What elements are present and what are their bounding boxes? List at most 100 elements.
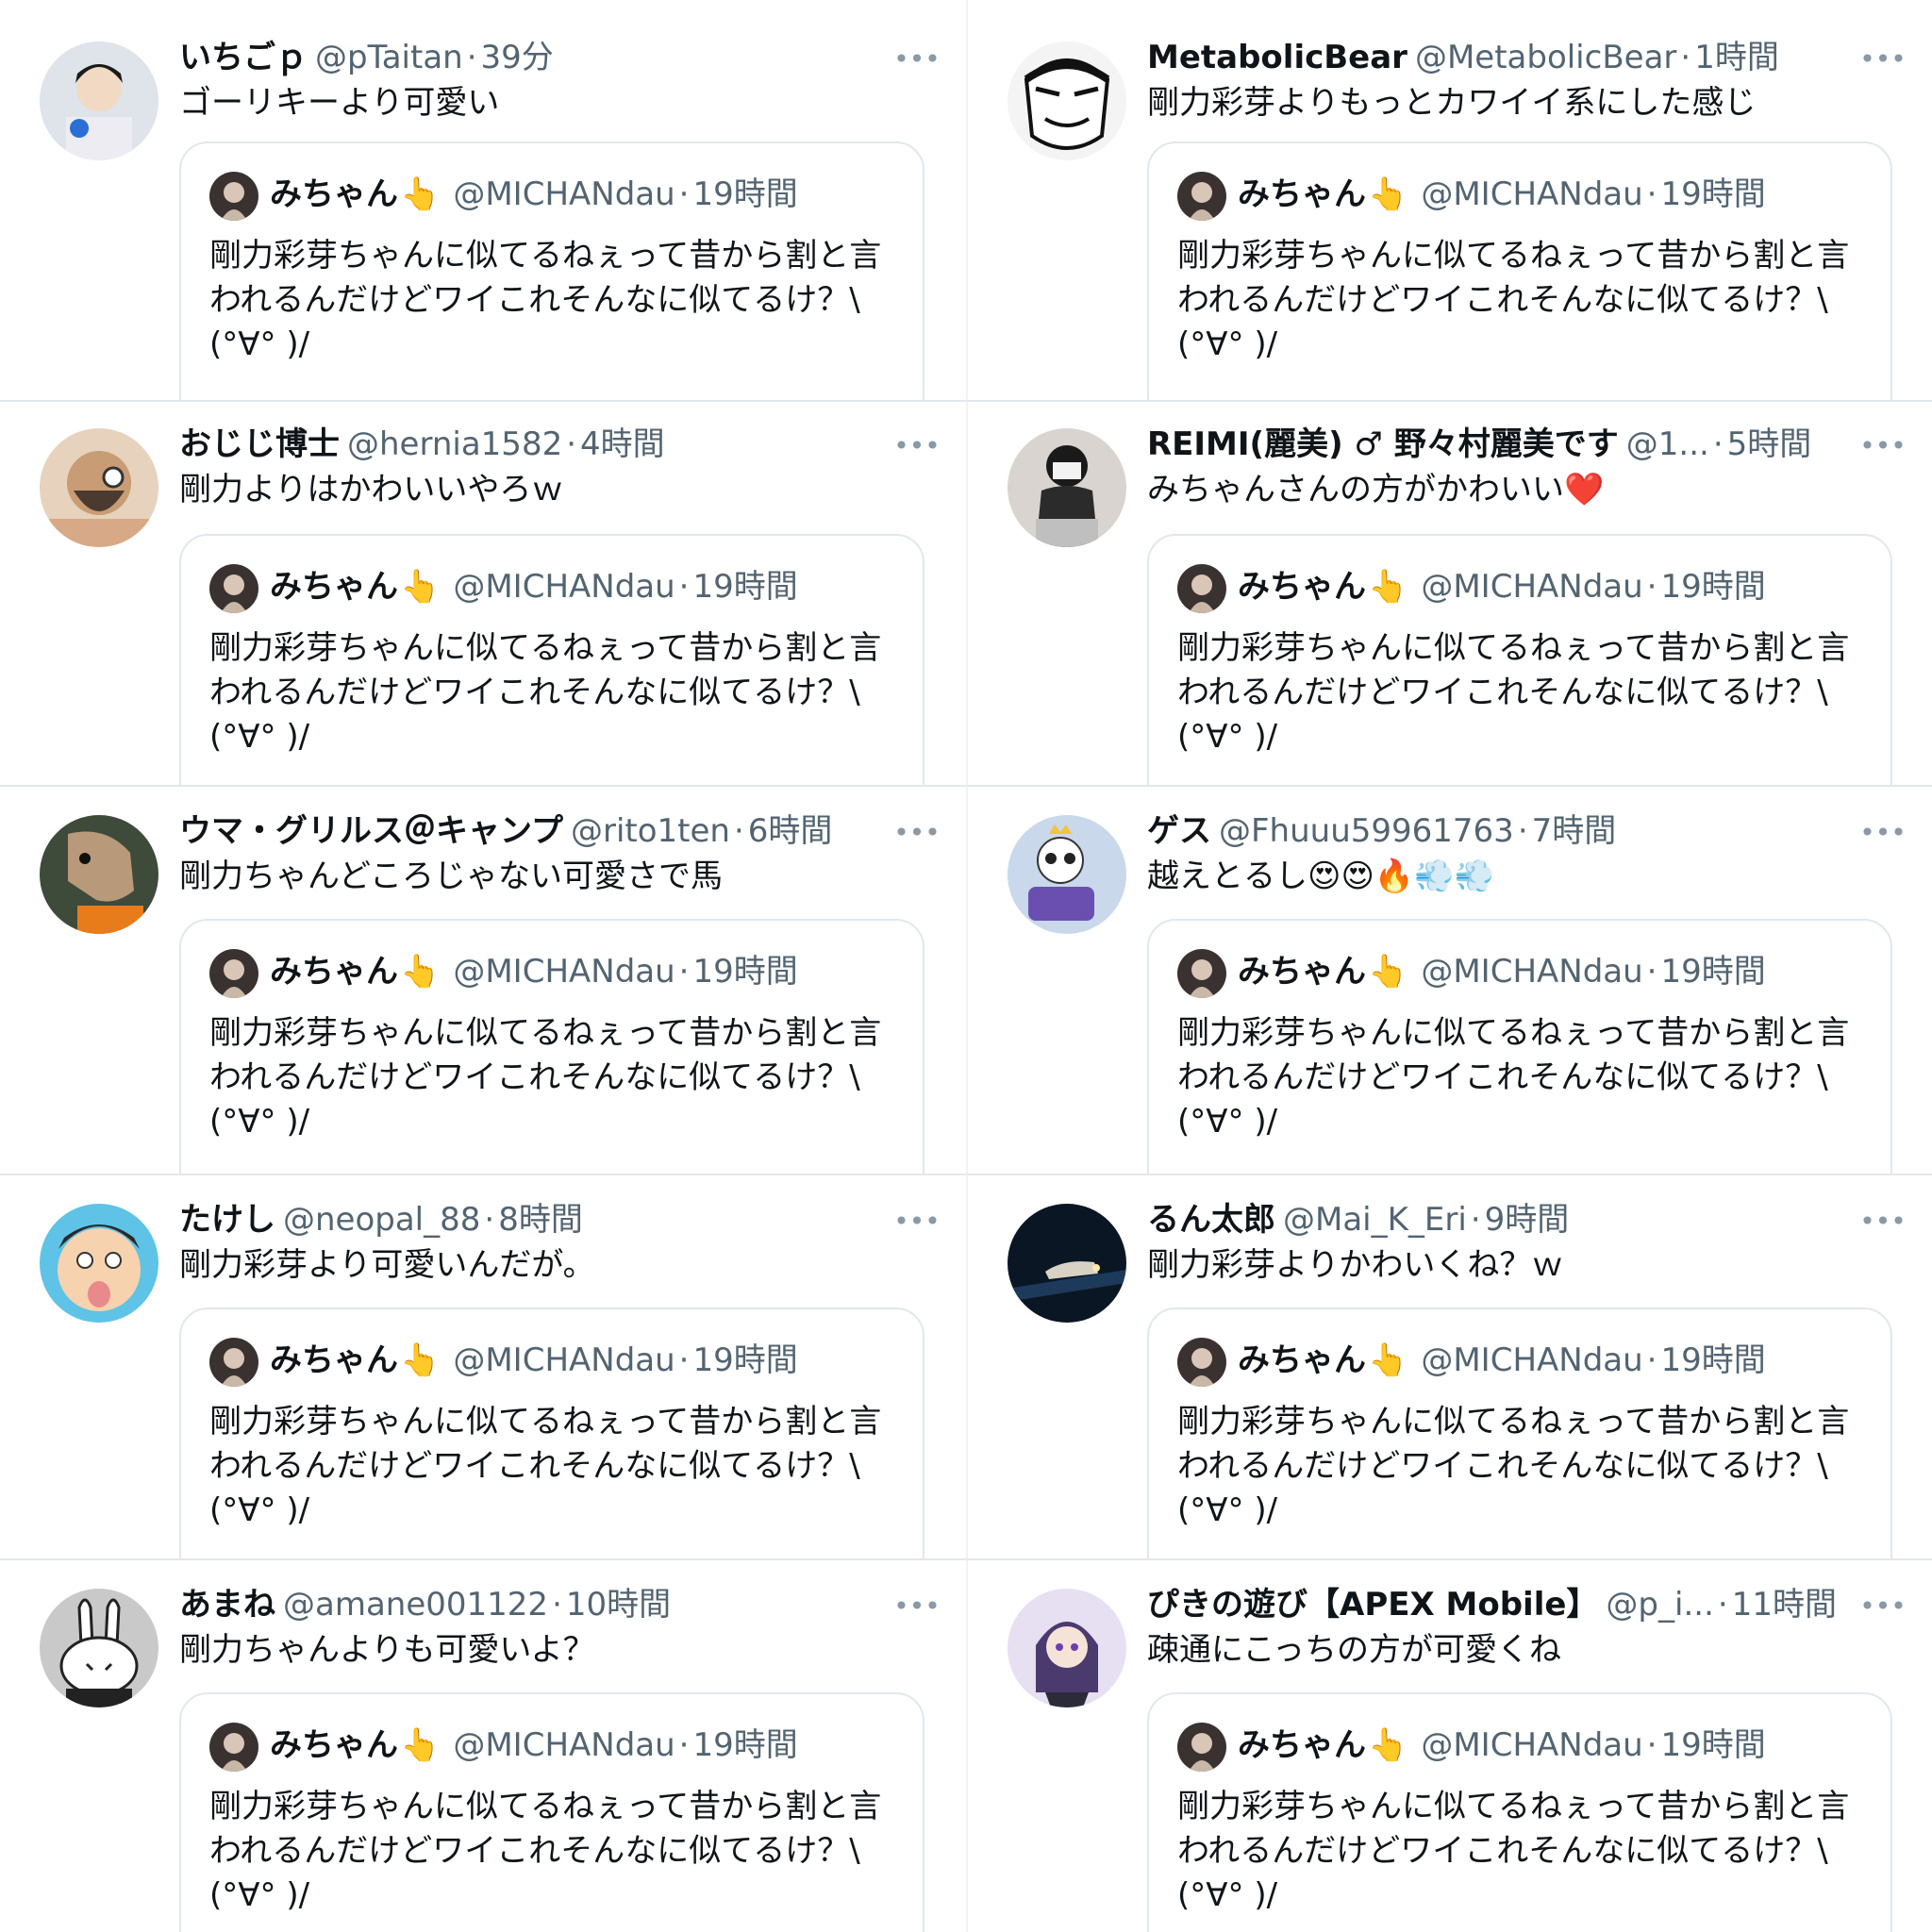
avatar[interactable] bbox=[1008, 428, 1126, 547]
separator-dot: · bbox=[1646, 1726, 1657, 1764]
tweet-card[interactable]: ウマ・グリルス＠キャンプ @rito1ten · 6時間 ••• 剛力ちゃんどころじゃ… bbox=[0, 785, 966, 1174]
quoted-avatar bbox=[209, 1723, 258, 1772]
user-handle[interactable]: @MetabolicBear bbox=[1415, 39, 1676, 76]
timestamp[interactable]: 39分 bbox=[481, 39, 554, 76]
timestamp[interactable]: 5時間 bbox=[1727, 425, 1812, 463]
user-handle[interactable]: @1... bbox=[1626, 425, 1709, 463]
tweet-text: 剛力ちゃんどころじゃない可愛さで馬 bbox=[179, 858, 723, 895]
pointing-up-icon: 👆 bbox=[400, 175, 441, 213]
avatar[interactable] bbox=[40, 428, 158, 547]
quoted-tweet[interactable]: みちゃん👆 @MICHANdau · 19時間 剛力彩芽ちゃんに似てるねぇって昔から割… bbox=[179, 142, 924, 400]
quoted-handle: @MICHANdau bbox=[453, 953, 675, 991]
more-options-icon[interactable]: ••• bbox=[1858, 819, 1907, 847]
display-name[interactable]: ぴきの遊び【APEX Mobile】 bbox=[1147, 1586, 1598, 1624]
quoted-header: みちゃん👆 @MICHANdau · 19時間 bbox=[270, 1719, 904, 1772]
more-options-icon[interactable]: ••• bbox=[892, 432, 941, 460]
display-name[interactable]: たけし bbox=[179, 1201, 275, 1239]
timestamp[interactable]: 11時間 bbox=[1732, 1586, 1837, 1624]
separator-dot: · bbox=[552, 1586, 562, 1624]
quoted-text: 剛力彩芽ちゃんに似てるねぇって昔から割と言 われるんだけどワイこれそんなに似てる… bbox=[1177, 1014, 1850, 1141]
user-handle[interactable]: @rito1ten bbox=[571, 812, 730, 850]
pointing-up-icon: 👆 bbox=[1368, 175, 1408, 213]
display-name[interactable]: ゲス bbox=[1147, 812, 1211, 850]
display-name[interactable]: ウマ・グリルス＠キャンプ bbox=[179, 812, 563, 850]
separator-dot: · bbox=[1646, 1341, 1657, 1379]
user-handle[interactable]: @neopal_88 bbox=[283, 1201, 480, 1239]
timestamp[interactable]: 9時間 bbox=[1485, 1201, 1570, 1239]
tweet-card[interactable]: るん太郎 @Mai_K_Eri · 9時間 ••• 剛力彩芽よりかわいくね？ｗ みちゃ… bbox=[966, 1174, 1932, 1558]
timestamp[interactable]: 1時間 bbox=[1694, 39, 1779, 76]
quoted-handle: @MICHANdau bbox=[1421, 568, 1643, 606]
quoted-tweet[interactable]: みちゃん👆 @MICHANdau · 19時間 剛力彩芽ちゃんに似てるねぇって昔から割… bbox=[179, 919, 924, 1174]
quoted-tweet[interactable]: みちゃん👆 @MICHANdau · 19時間 剛力彩芽ちゃんに似てるねぇって昔から割… bbox=[1147, 919, 1892, 1174]
avatar[interactable] bbox=[40, 815, 158, 934]
more-options-icon[interactable]: ••• bbox=[1858, 1208, 1907, 1236]
timestamp[interactable]: 6時間 bbox=[748, 812, 833, 850]
more-options-icon[interactable]: ••• bbox=[892, 1592, 941, 1621]
quoted-text: 剛力彩芽ちゃんに似てるねぇって昔から割と言 われるんだけどワイこれそんなに似てる… bbox=[209, 1014, 882, 1141]
tweet-card[interactable]: REIMI(麗美) ♂ 野々村麗美です @1... · 5時間 ••• みちゃんさんの… bbox=[966, 400, 1932, 785]
timestamp[interactable]: 4時間 bbox=[580, 425, 665, 463]
quoted-timestamp: 19時間 bbox=[692, 175, 798, 213]
tweet-header: あまね @amane001122 · 10時間 bbox=[179, 1581, 928, 1628]
more-options-icon[interactable]: ••• bbox=[892, 819, 941, 847]
quoted-avatar bbox=[209, 1338, 258, 1387]
quoted-tweet[interactable]: みちゃん👆 @MICHANdau · 19時間 剛力彩芽ちゃんに似てるねぇって昔から割… bbox=[1147, 142, 1892, 400]
display-name[interactable]: MetabolicBear bbox=[1147, 39, 1407, 76]
display-name[interactable]: おじじ博士 bbox=[179, 425, 340, 463]
more-options-icon[interactable]: ••• bbox=[892, 45, 941, 74]
quoted-avatar bbox=[209, 949, 258, 998]
display-name[interactable]: るん太郎 bbox=[1147, 1201, 1275, 1239]
more-options-icon[interactable]: ••• bbox=[892, 1208, 941, 1236]
quoted-tweet[interactable]: みちゃん👆 @MICHANdau · 19時間 剛力彩芽ちゃんに似てるねぇって昔から割… bbox=[1147, 1307, 1892, 1558]
quoted-tweet[interactable]: みちゃん👆 @MICHANdau · 19時間 剛力彩芽ちゃんに似てるねぇって昔から割… bbox=[179, 1307, 924, 1558]
tweet-text: 剛力よりはかわいいやろｗ bbox=[179, 471, 564, 508]
more-options-icon[interactable]: ••• bbox=[1858, 45, 1907, 74]
user-handle[interactable]: @amane001122 bbox=[283, 1586, 548, 1624]
tweet-card[interactable]: いちごｐ @pTaitan · 39分 ••• ゴーリキーより可愛い みちゃん👆 @MI… bbox=[0, 0, 966, 400]
avatar[interactable] bbox=[40, 1204, 158, 1323]
user-handle[interactable]: @p_i... bbox=[1606, 1586, 1713, 1624]
quoted-header: みちゃん👆 @MICHANdau · 19時間 bbox=[270, 1334, 904, 1387]
quoted-tweet[interactable]: みちゃん👆 @MICHANdau · 19時間 剛力彩芽ちゃんに似てるねぇって昔から割… bbox=[179, 1692, 924, 1932]
quoted-tweet[interactable]: みちゃん👆 @MICHANdau · 19時間 剛力彩芽ちゃんに似てるねぇって昔から割… bbox=[179, 534, 924, 785]
tweet-card[interactable]: おじじ博士 @hernia1582 · 4時間 ••• 剛力よりはかわいいやろｗ みち… bbox=[0, 400, 966, 785]
quoted-timestamp: 19時間 bbox=[1660, 953, 1766, 991]
avatar[interactable] bbox=[1008, 42, 1126, 160]
quoted-display-name: みちゃん bbox=[270, 1726, 398, 1764]
pointing-up-icon: 👆 bbox=[1368, 568, 1408, 606]
quoted-tweet[interactable]: みちゃん👆 @MICHANdau · 19時間 剛力彩芽ちゃんに似てるねぇって昔から割… bbox=[1147, 1692, 1892, 1932]
tweet-text: 剛力ちゃんよりも可愛いよ？ bbox=[179, 1631, 595, 1669]
avatar[interactable] bbox=[40, 1589, 158, 1707]
avatar[interactable] bbox=[40, 42, 158, 160]
tweet-header: MetabolicBear @MetabolicBear · 1時間 bbox=[1147, 34, 1894, 81]
separator-dot: · bbox=[566, 425, 577, 463]
avatar[interactable] bbox=[1008, 1589, 1126, 1707]
user-handle[interactable]: @Mai_K_Eri bbox=[1283, 1201, 1467, 1239]
more-options-icon[interactable]: ••• bbox=[1858, 1592, 1907, 1621]
user-handle[interactable]: @hernia1582 bbox=[347, 425, 562, 463]
separator-dot: · bbox=[1717, 1586, 1728, 1624]
tweet-card[interactable]: MetabolicBear @MetabolicBear · 1時間 ••• 剛力彩芽… bbox=[966, 0, 1932, 400]
tweet-text: 剛力彩芽よりかわいくね？ｗ bbox=[1147, 1246, 1564, 1284]
timestamp[interactable]: 10時間 bbox=[566, 1586, 671, 1624]
user-handle[interactable]: @Fhuuu59961763 bbox=[1219, 812, 1514, 850]
quoted-header: みちゃん👆 @MICHANdau · 19時間 bbox=[270, 168, 904, 221]
quoted-timestamp: 19時間 bbox=[1660, 175, 1766, 213]
quoted-handle: @MICHANdau bbox=[1421, 1726, 1643, 1764]
quoted-tweet[interactable]: みちゃん👆 @MICHANdau · 19時間 剛力彩芽ちゃんに似てるねぇって昔から割… bbox=[1147, 534, 1892, 785]
timestamp[interactable]: 7時間 bbox=[1532, 812, 1617, 850]
tweet-card[interactable]: ゲス @Fhuuu59961763 · 7時間 ••• 越えとるし😍😍🔥💨💨 みちゃん… bbox=[966, 785, 1932, 1174]
tweet-card[interactable]: ぴきの遊び【APEX Mobile】 @p_i... · 11時間 ••• 疎通にこっ… bbox=[966, 1558, 1932, 1932]
tweet-card[interactable]: たけし @neopal_88 · 8時間 ••• 剛力彩芽より可愛いんだが。 みちゃん… bbox=[0, 1174, 966, 1558]
user-handle[interactable]: @pTaitan bbox=[315, 39, 463, 76]
display-name[interactable]: いちごｐ bbox=[179, 39, 308, 76]
avatar[interactable] bbox=[1008, 1204, 1126, 1323]
display-name[interactable]: REIMI(麗美) ♂ 野々村麗美です bbox=[1147, 425, 1619, 463]
avatar[interactable] bbox=[1008, 815, 1126, 934]
tweet-card[interactable]: あまね @amane001122 · 10時間 ••• 剛力ちゃんよりも可愛いよ？ み… bbox=[0, 1558, 966, 1932]
display-name[interactable]: あまね bbox=[179, 1586, 275, 1624]
quoted-avatar bbox=[209, 172, 258, 221]
more-options-icon[interactable]: ••• bbox=[1858, 432, 1907, 460]
timestamp[interactable]: 8時間 bbox=[498, 1201, 583, 1239]
